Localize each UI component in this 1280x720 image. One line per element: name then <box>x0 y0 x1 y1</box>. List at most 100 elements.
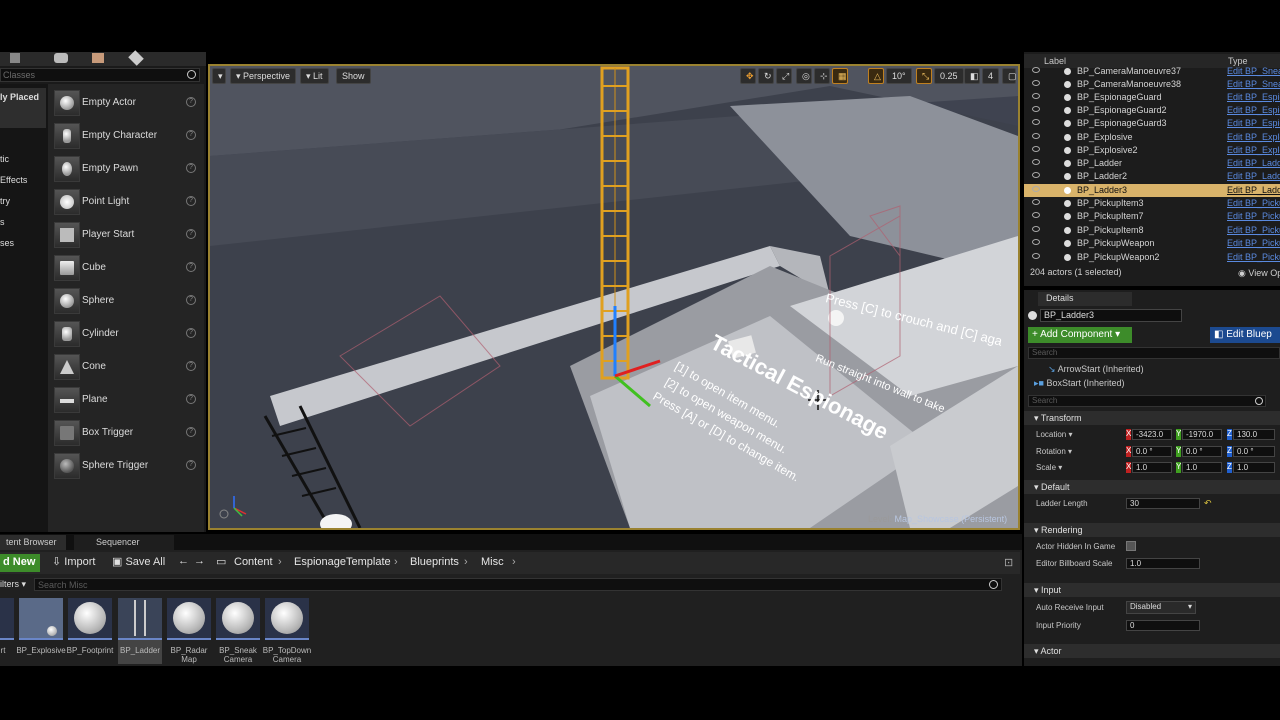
category-visual-effects[interactable]: Effects <box>0 175 27 185</box>
eye-icon[interactable] <box>1032 133 1040 139</box>
add-new-button[interactable]: d New <box>0 554 40 572</box>
breadcrumb-blueprints[interactable]: Blueprints <box>410 556 459 568</box>
eye-icon[interactable] <box>1032 186 1040 192</box>
place-item-empty-character[interactable]: Empty Character? <box>52 121 200 151</box>
details-search-input[interactable]: Search <box>1028 395 1266 407</box>
import-button[interactable]: ⇩ Import <box>52 555 95 568</box>
eye-icon[interactable] <box>1032 67 1040 73</box>
billboard-scale-input[interactable]: 1.0 <box>1126 558 1200 569</box>
row-type-link[interactable]: Edit BP_Espio <box>1227 105 1280 115</box>
section-actor[interactable]: ▾ Actor <box>1024 644 1280 658</box>
place-item-point-light[interactable]: Point Light? <box>52 187 200 217</box>
row-type-link[interactable]: Edit BP_Picku <box>1227 211 1280 221</box>
outliner-row[interactable]: BP_Ladder2 Edit BP_Ladd <box>1024 170 1280 183</box>
row-type-link[interactable]: Edit BP_Explo <box>1227 132 1280 142</box>
maximize-viewport-icon[interactable]: ▢ <box>1002 68 1017 84</box>
scale-tool-icon[interactable]: ⤢ <box>776 68 792 84</box>
row-type-link[interactable]: Edit BP_Picku <box>1227 238 1280 248</box>
category-geometry[interactable]: try <box>0 196 10 206</box>
help-icon[interactable]: ? <box>186 427 196 437</box>
grid-snap-icon[interactable]: ▦ <box>832 68 848 84</box>
lock-icon[interactable]: ⊡ <box>1004 556 1013 569</box>
row-type-link[interactable]: Edit BP_Snea <box>1227 66 1280 76</box>
location-z-input[interactable]: 130.0 <box>1233 429 1275 440</box>
place-item-cone[interactable]: Cone? <box>52 352 200 382</box>
breadcrumb-espionage[interactable]: EspionageTemplate <box>294 556 391 568</box>
help-icon[interactable]: ? <box>186 295 196 305</box>
component-boxstart[interactable]: ▸■ BoxStart (Inherited) <box>1034 378 1125 389</box>
row-type-link[interactable]: Edit BP_Espio <box>1227 118 1280 128</box>
place-item-empty-pawn[interactable]: Empty Pawn? <box>52 154 200 184</box>
outliner-row[interactable]: BP_EspionageGuard2 Edit BP_Espio <box>1024 104 1280 117</box>
filters-button[interactable]: ilters ▾ <box>0 579 26 590</box>
scale-snap-icon[interactable]: ⤡ <box>916 68 932 84</box>
place-item-cylinder[interactable]: Cylinder? <box>52 319 200 349</box>
place-item-sphere[interactable]: Sphere? <box>52 286 200 316</box>
asset-bp-ladder[interactable]: BP_Ladder <box>118 598 162 664</box>
outliner-row-selected[interactable]: BP_Ladder3 Edit BP_Ladd <box>1024 184 1280 197</box>
tab-sequencer[interactable]: Sequencer <box>74 535 174 550</box>
category-all-classes[interactable]: ses <box>0 238 14 248</box>
surface-snap-icon[interactable]: ⊹ <box>814 68 830 84</box>
section-transform[interactable]: ▾ Transform <box>1024 411 1280 425</box>
help-icon[interactable]: ? <box>186 460 196 470</box>
place-item-plane[interactable]: Plane? <box>52 385 200 415</box>
foliage-mode-icon[interactable] <box>128 50 144 66</box>
category-volumes[interactable]: s <box>0 217 5 227</box>
rotation-x-input[interactable]: 0.0 ° <box>1132 446 1172 457</box>
eye-icon[interactable] <box>1032 212 1040 218</box>
place-item-sphere-trigger[interactable]: Sphere Trigger? <box>52 451 200 481</box>
asset-bp-explosive[interactable]: BP_Explosive <box>16 598 66 664</box>
place-item-empty-actor[interactable]: Empty Actor? <box>52 88 200 118</box>
outliner-row[interactable]: BP_Explosive2 Edit BP_Explo <box>1024 144 1280 157</box>
outliner-row[interactable]: BP_PickupItem3 Edit BP_Picku <box>1024 197 1280 210</box>
view-options-button[interactable]: ◉ View Op <box>1238 268 1280 279</box>
row-type-link[interactable]: Edit BP_Snea <box>1227 79 1280 89</box>
eye-icon[interactable] <box>1032 253 1040 259</box>
section-rendering[interactable]: ▾ Rendering <box>1024 523 1280 537</box>
asset-bp-topdown-camera[interactable]: BP_TopDown Camera <box>263 598 311 664</box>
asset-bp-radar-map[interactable]: BP_Radar Map <box>167 598 211 664</box>
place-item-cube[interactable]: Cube? <box>52 253 200 283</box>
camera-speed-value[interactable]: 4 <box>982 68 1000 84</box>
actor-hidden-checkbox[interactable] <box>1126 541 1136 551</box>
location-x-input[interactable]: -3423.0 <box>1132 429 1172 440</box>
category-recently-placed[interactable]: ly Placed <box>0 88 46 128</box>
row-type-link[interactable]: Edit BP_Picku <box>1227 252 1280 262</box>
outliner-row[interactable]: BP_EspionageGuard Edit BP_Espio <box>1024 91 1280 104</box>
world-local-icon[interactable]: ◎ <box>796 68 812 84</box>
perspective-button[interactable]: ▾ Perspective <box>230 68 297 84</box>
eye-icon[interactable] <box>1032 119 1040 125</box>
asset-bp-footprint[interactable]: BP_Footprint <box>67 598 113 664</box>
translate-tool-icon[interactable]: ✥ <box>740 68 756 84</box>
eye-icon[interactable] <box>1032 199 1040 205</box>
rotation-z-input[interactable]: 0.0 ° <box>1233 446 1275 457</box>
component-search-input[interactable]: Search <box>1028 347 1280 359</box>
place-item-player-start[interactable]: Player Start? <box>52 220 200 250</box>
category-basic[interactable]: tic <box>0 154 9 164</box>
help-icon[interactable]: ? <box>186 97 196 107</box>
outliner-row[interactable]: BP_CameraManoeuvre38 Edit BP_Snea <box>1024 78 1280 91</box>
actor-name-input[interactable]: BP_Ladder3 <box>1040 309 1182 322</box>
camera-speed-icon[interactable]: ◧ <box>964 68 980 84</box>
edit-blueprint-button[interactable]: ◧ Edit Bluep <box>1210 327 1280 343</box>
help-icon[interactable]: ? <box>186 361 196 371</box>
row-type-link[interactable]: Edit BP_Explo <box>1227 145 1280 155</box>
rotation-snap-icon[interactable]: △ <box>868 68 884 84</box>
row-type-link[interactable]: Edit BP_Picku <box>1227 198 1280 208</box>
viewport-options-dropdown[interactable]: ▾ <box>212 68 226 84</box>
eye-icon[interactable] <box>1032 159 1040 165</box>
breadcrumb-content[interactable]: Content <box>234 556 273 568</box>
forward-button[interactable]: → <box>194 555 205 567</box>
outliner-row[interactable]: BP_Explosive Edit BP_Explo <box>1024 131 1280 144</box>
asset-bp-sneak-camera[interactable]: BP_Sneak Camera <box>216 598 260 664</box>
search-misc-input[interactable]: Search Misc <box>34 578 1002 591</box>
outliner-row[interactable]: BP_PickupItem7 Edit BP_Picku <box>1024 210 1280 223</box>
save-all-button[interactable]: ▣ Save All <box>112 555 165 568</box>
scale-snap-value[interactable]: 0.25 <box>934 68 964 84</box>
eye-icon[interactable] <box>1032 172 1040 178</box>
tab-content-browser[interactable]: tent Browser <box>0 535 66 550</box>
breadcrumb-misc[interactable]: Misc <box>481 556 504 568</box>
back-button[interactable]: ← <box>178 555 189 567</box>
input-priority-input[interactable]: 0 <box>1126 620 1200 631</box>
